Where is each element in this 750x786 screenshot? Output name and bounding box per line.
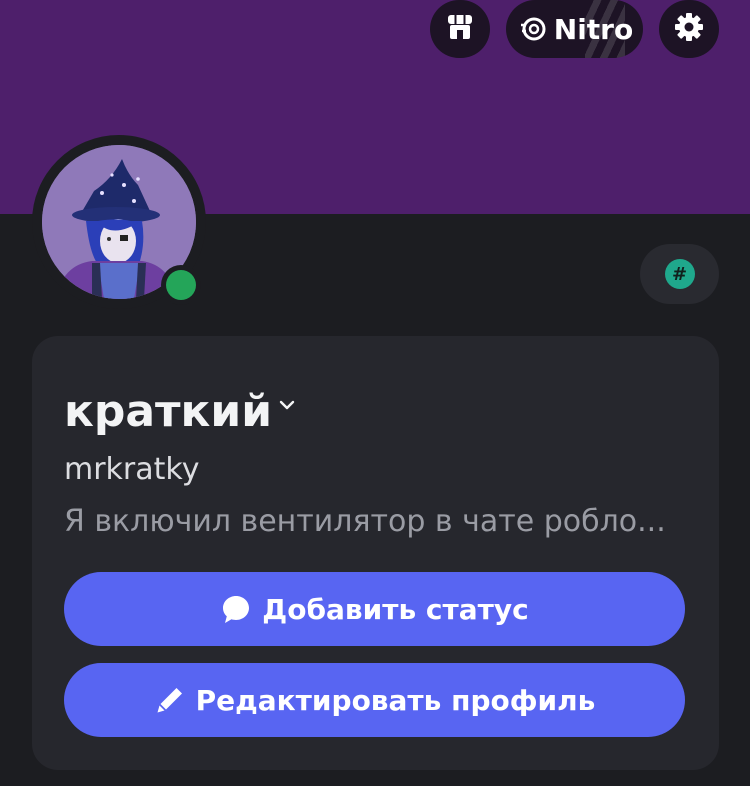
settings-button[interactable] xyxy=(659,0,719,58)
nitro-label: Nitro xyxy=(553,12,634,46)
edit-profile-label: Редактировать профиль xyxy=(195,683,596,717)
username: mrkratky xyxy=(64,452,200,487)
custom-status-text[interactable]: Я включил вентилятор в чате робло... xyxy=(64,500,694,544)
shop-icon xyxy=(445,12,475,46)
nitro-icon xyxy=(520,16,546,42)
add-status-label: Добавить статус xyxy=(262,592,529,626)
chat-bubble-icon xyxy=(220,593,252,625)
hash-icon: # xyxy=(664,259,695,289)
badge-button[interactable]: # xyxy=(640,244,719,304)
display-name[interactable]: краткий xyxy=(64,384,296,440)
pencil-icon xyxy=(154,684,186,716)
online-status-indicator xyxy=(166,270,196,300)
profile-screen: Nitro # краткий mrkratky Я включил венти… xyxy=(0,0,750,786)
edit-profile-button[interactable]: Редактировать профиль xyxy=(64,663,685,737)
display-name-text: краткий xyxy=(64,386,273,437)
chevron-down-icon[interactable] xyxy=(278,399,296,411)
add-status-button[interactable]: Добавить статус xyxy=(64,572,685,646)
shop-button[interactable] xyxy=(430,0,490,58)
gear-icon xyxy=(673,11,705,47)
nitro-button[interactable]: Nitro xyxy=(506,0,643,58)
